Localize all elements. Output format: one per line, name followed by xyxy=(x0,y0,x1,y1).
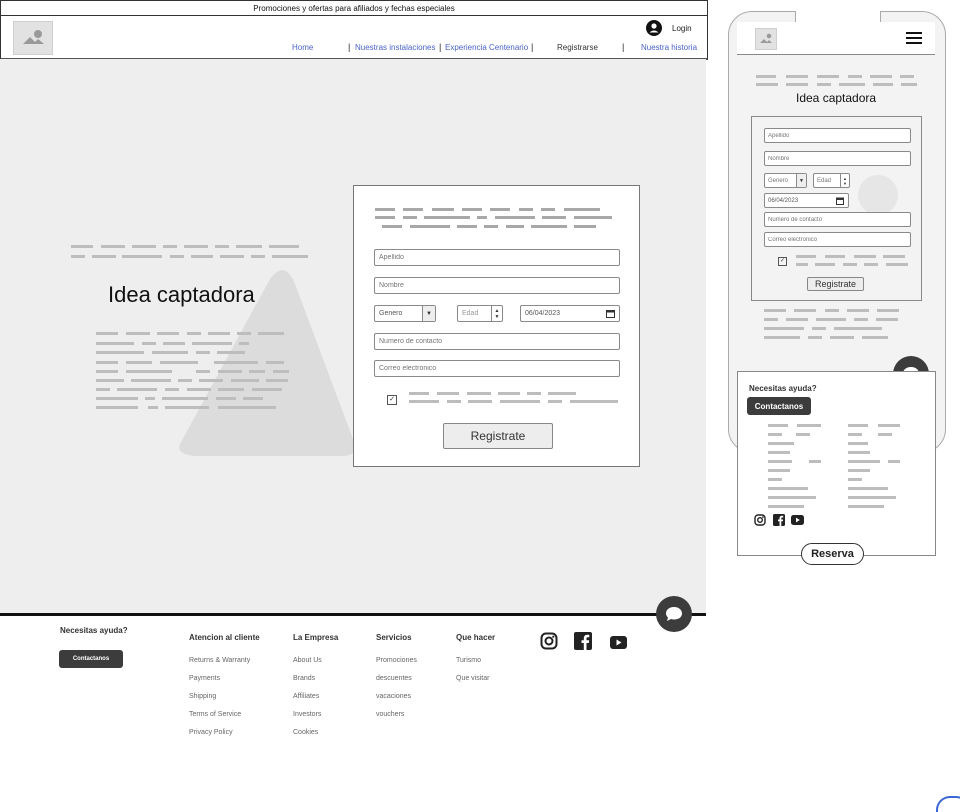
footer-link[interactable]: Shipping xyxy=(189,693,216,700)
hero-headline: Idea captadora xyxy=(108,282,255,307)
promo-strip: Promociones y ofertas para afiliados y f… xyxy=(0,0,708,16)
stepper-arrows-icon[interactable]: ▲ ▼ xyxy=(491,306,502,321)
instagram-icon[interactable] xyxy=(540,632,558,650)
mobile-genero-select[interactable]: Genero ▼ xyxy=(764,173,807,188)
mobile-contacto-field[interactable] xyxy=(764,212,911,227)
correo-field[interactable] xyxy=(374,360,620,377)
footer-link[interactable]: About Us xyxy=(293,657,322,664)
registration-form: Genero ▼ Edad ▲▼ 06/04/2023 ✓ Registrate xyxy=(353,185,640,467)
mobile-headline: Idea captadora xyxy=(796,91,877,105)
corner-widget[interactable] xyxy=(936,796,960,812)
nav-historia[interactable]: Nuestra historia xyxy=(641,43,697,52)
calendar-icon[interactable] xyxy=(606,309,615,318)
nav-separator: | xyxy=(439,42,442,52)
nav-separator: | xyxy=(531,42,534,52)
account-icon[interactable] xyxy=(646,20,662,36)
image-icon xyxy=(23,30,44,44)
site-header: Login Home | Nuestras instalaciones | Ex… xyxy=(0,15,708,60)
mobile-date-value: 06/04/2023 xyxy=(768,197,799,204)
footer-col-title: Servicios xyxy=(376,633,412,642)
mobile-registration-form: Genero ▼ Edad ▲▼ 06/04/2023 ✓ Registrate xyxy=(751,116,922,301)
mobile-genero-value: Genero xyxy=(768,177,789,184)
image-icon xyxy=(760,33,772,43)
mobile-help-title: Necesitas ayuda? xyxy=(749,384,817,393)
mobile-edad-placeholder: Edad xyxy=(817,177,832,184)
mobile-registrate-button[interactable]: Registrate xyxy=(807,277,864,291)
footer-help-title: Necesitas ayuda? xyxy=(60,626,128,635)
mobile-correo-field[interactable] xyxy=(764,232,911,247)
genero-select[interactable]: Genero ▼ xyxy=(374,305,436,322)
footer-link[interactable]: Terms of Service xyxy=(189,711,241,718)
chevron-down-icon: ▼ xyxy=(796,174,806,187)
date-field[interactable]: 06/04/2023 xyxy=(520,305,620,322)
footer-contact-button[interactable]: Contactanos xyxy=(59,650,123,668)
mobile-nombre-field[interactable] xyxy=(764,151,911,166)
youtube-icon[interactable] xyxy=(610,636,627,649)
instagram-icon[interactable] xyxy=(754,514,766,526)
logo-image-placeholder[interactable] xyxy=(13,21,53,55)
footer-col-title: Que hacer xyxy=(456,633,496,642)
footer-link[interactable]: descuentes xyxy=(376,675,412,682)
apellido-field[interactable] xyxy=(374,249,620,266)
calendar-icon[interactable] xyxy=(836,197,844,205)
mobile-contact-button[interactable]: Contactanos xyxy=(747,397,811,415)
desktop-wireframe: Promociones y ofertas para afiliados y f… xyxy=(0,0,708,801)
footer-link[interactable]: Payments xyxy=(189,675,220,682)
mobile-date-field[interactable]: 06/04/2023 xyxy=(764,193,849,208)
nav-registrarse[interactable]: Registrarse xyxy=(557,43,598,52)
edad-stepper[interactable]: Edad ▲ ▼ xyxy=(457,305,503,322)
nav-separator: | xyxy=(622,42,625,52)
stepper-arrows-icon[interactable]: ▲ ▼ xyxy=(840,174,849,187)
footer-link[interactable]: Privacy Policy xyxy=(189,729,233,736)
registrate-button[interactable]: Registrate xyxy=(443,423,553,449)
hero-section: Idea captadora Genero ▼ xyxy=(0,59,706,613)
nav-instalaciones[interactable]: Nuestras instalaciones xyxy=(355,43,435,52)
mobile-edad-stepper[interactable]: Edad ▲ ▼ xyxy=(813,173,850,188)
edad-placeholder: Edad xyxy=(462,310,479,317)
genero-value: Genero xyxy=(379,310,403,317)
login-link[interactable]: Login xyxy=(672,24,692,33)
nav-separator: | xyxy=(348,42,351,52)
footer-link[interactable]: vacaciones xyxy=(376,693,411,700)
facebook-icon[interactable] xyxy=(773,514,785,526)
footer-link[interactable]: Cookies xyxy=(293,729,318,736)
mobile-header xyxy=(737,22,935,55)
footer-col-title: Atencion al cliente xyxy=(189,633,260,642)
footer-link[interactable]: Returns & Warranty xyxy=(189,657,250,664)
nombre-field[interactable] xyxy=(374,277,620,294)
mobile-footer: Necesitas ayuda? Contactanos xyxy=(737,371,936,556)
facebook-icon[interactable] xyxy=(574,632,592,650)
hamburger-menu-icon[interactable] xyxy=(906,31,922,45)
mobile-apellido-field[interactable] xyxy=(764,128,911,143)
footer-link[interactable]: Que visitar xyxy=(456,675,489,682)
footer-link[interactable]: Brands xyxy=(293,675,315,682)
nav-home[interactable]: Home xyxy=(292,43,313,52)
mobile-logo-image-placeholder[interactable] xyxy=(755,28,777,50)
footer-link[interactable]: Turismo xyxy=(456,657,481,664)
footer-link[interactable]: vouchers xyxy=(376,711,404,718)
youtube-icon[interactable] xyxy=(791,515,804,525)
contacto-field[interactable] xyxy=(374,333,620,350)
site-footer: Necesitas ayuda? Contactanos Atencion al… xyxy=(0,616,706,801)
nav-experiencia[interactable]: Experiencia Centenario xyxy=(445,43,528,52)
mobile-terms-checkbox[interactable]: ✓ xyxy=(778,257,787,266)
date-value: 06/04/2023 xyxy=(525,310,561,317)
terms-checkbox[interactable]: ✓ xyxy=(387,395,397,405)
chevron-down-icon: ▼ xyxy=(422,306,435,321)
footer-col-title: La Empresa xyxy=(293,633,339,642)
footer-link[interactable]: Promociones xyxy=(376,657,417,664)
reserva-button[interactable]: Reserva xyxy=(801,543,864,565)
footer-link[interactable]: Investors xyxy=(293,711,321,718)
footer-link[interactable]: Affiliates xyxy=(293,693,319,700)
